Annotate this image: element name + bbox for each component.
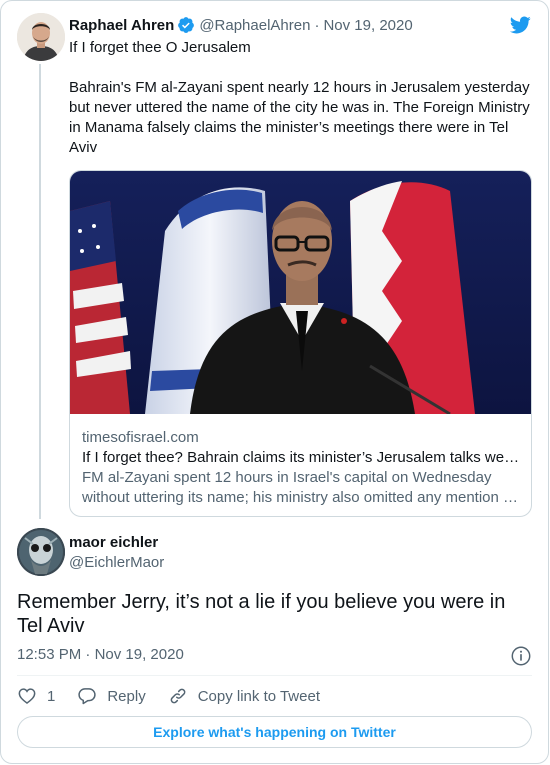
info-icon[interactable] [510,645,532,667]
tweet-date: Nov 19, 2020 [94,646,184,663]
like-count: 1 [47,687,56,705]
article-photo [70,171,531,414]
card-text: timesofisrael.com If I forget thee? Bahr… [82,428,520,508]
author-handle[interactable]: @EichlerMaor [69,554,164,571]
card-description: FM al-Zayani spent 12 hours in Israel's … [82,469,516,506]
card-title: If I forget thee? Bahrain claims its min… [82,449,520,466]
author-name[interactable]: Raphael Ahren [69,17,174,34]
divider [17,675,532,676]
quoted-tweet-header: Raphael Ahren @RaphaelAhren · Nov 19, 20… [69,14,413,36]
author-name[interactable]: maor eichler [69,534,158,551]
author-handle[interactable]: @RaphaelAhren [199,17,310,34]
tweet-text: Remember Jerry, it’s not a lie if you be… [17,591,506,637]
tweet-date[interactable]: Nov 19, 2020 [323,17,412,34]
tweet-timestamp[interactable]: 12:53 PM · Nov 19, 2020 [17,646,184,663]
verified-badge-icon [178,17,195,33]
link-preview-card[interactable]: timesofisrael.com If I forget thee? Bahr… [69,170,532,517]
copy-link-button[interactable]: Copy link to Tweet [168,686,320,706]
reply-bubble-icon [78,688,97,705]
reply-label: Reply [107,687,146,705]
thread-connector-line [39,64,41,519]
tweet-text-line: If I forget thee O Jerusalem [69,39,251,56]
avatar[interactable] [17,528,65,576]
like-button[interactable]: 1 [17,686,55,706]
reply-button[interactable]: Reply [77,686,146,706]
tweet-text-body: Bahrain's FM al-Zayani spent nearly 12 h… [69,79,530,156]
copy-link-label: Copy link to Tweet [197,687,320,705]
card-domain: timesofisrael.com [82,429,199,446]
twitter-bird-icon[interactable] [508,14,532,36]
explore-twitter-button[interactable]: Explore what's happening on Twitter [17,716,532,748]
quoted-tweet-text: If I forget thee O Jerusalem Bahrain's F… [69,38,539,178]
action-bar: 1 Reply Copy link to Tweet [17,684,320,708]
link-icon [170,688,186,704]
timestamp-separator: · [85,646,91,663]
tweet-time: 12:53 PM [17,646,82,663]
header-separator: · [314,16,320,34]
avatar[interactable] [17,13,65,61]
heart-icon [18,688,36,705]
